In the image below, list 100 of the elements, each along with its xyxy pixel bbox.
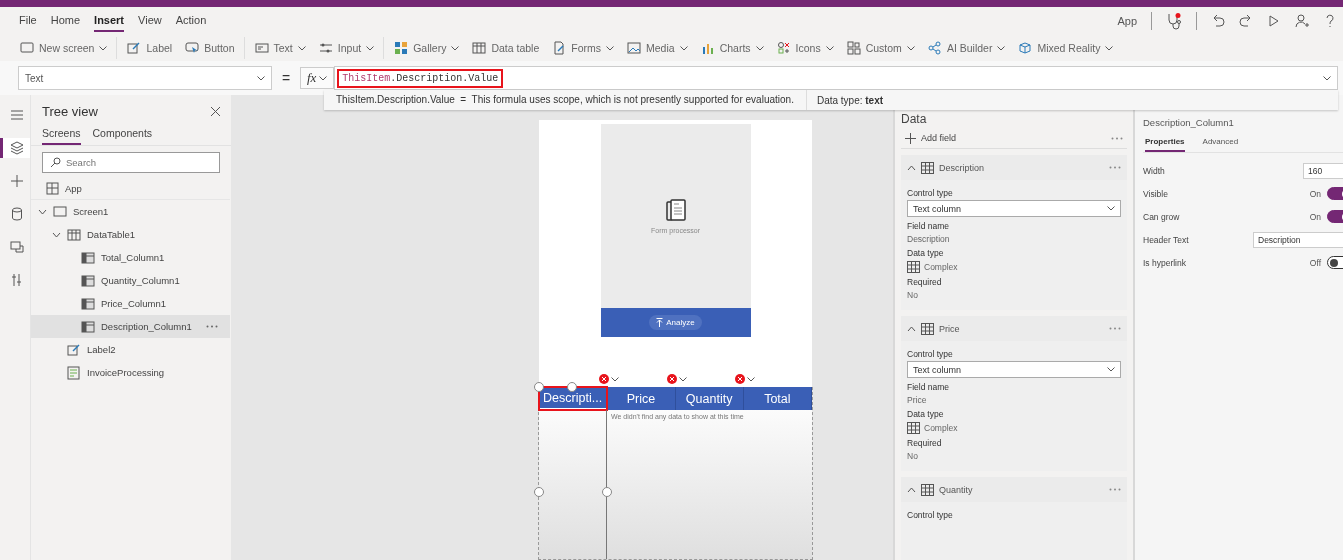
toolbar-button[interactable]: Charts xyxy=(696,39,768,57)
media-icon xyxy=(9,240,24,254)
panel-title: Tree view xyxy=(42,104,98,119)
tree-item[interactable]: Total_Column1 xyxy=(31,246,230,269)
more-icon[interactable] xyxy=(1109,166,1121,169)
stethoscope-icon[interactable] xyxy=(1166,12,1182,30)
tree-item[interactable]: Screen1 xyxy=(31,200,230,223)
toolbar-button[interactable]: Icons xyxy=(772,39,838,57)
column-header[interactable]: Total xyxy=(743,387,812,410)
field-value: Description xyxy=(907,234,951,244)
chevron-icon[interactable] xyxy=(907,164,916,171)
column-header[interactable]: Quantity xyxy=(675,387,744,410)
table-icon xyxy=(472,41,487,55)
menu-tab[interactable]: Action xyxy=(175,10,207,32)
resize-handle[interactable] xyxy=(534,382,544,392)
formula-field[interactable]: ThisItem.Description.Value xyxy=(334,66,1338,90)
control-type-dropdown[interactable]: Text column xyxy=(907,200,1121,217)
more-icon[interactable] xyxy=(1109,488,1121,491)
chevron-icon[interactable] xyxy=(907,486,916,493)
tree-item[interactable]: Quantity_Column1 xyxy=(31,269,230,292)
menu-tab[interactable]: Insert xyxy=(94,10,125,32)
caret-icon xyxy=(451,45,460,51)
delete-icon[interactable] xyxy=(599,374,609,384)
function-button[interactable]: fx xyxy=(300,67,335,89)
tree-item[interactable]: Label2 xyxy=(31,338,230,361)
text-box-icon xyxy=(254,41,269,55)
control-type-dropdown[interactable]: Text column xyxy=(907,361,1121,378)
tree-item[interactable]: Description_Column1 xyxy=(31,315,230,338)
property-dropdown[interactable]: Text xyxy=(18,66,272,90)
more-icon[interactable] xyxy=(1111,136,1123,140)
more-icon[interactable] xyxy=(1109,327,1121,330)
field-label: Field name xyxy=(907,382,951,392)
tab[interactable]: Properties xyxy=(1145,137,1185,152)
field-label: Data type xyxy=(907,248,945,258)
toolbar-button[interactable]: Gallery xyxy=(390,39,464,57)
table-icon xyxy=(921,161,934,174)
person-add-icon[interactable] xyxy=(1295,14,1309,28)
tree-item[interactable]: Price_Column1 xyxy=(31,292,230,315)
tree-item[interactable]: App xyxy=(31,177,230,200)
property-input[interactable]: Description xyxy=(1253,231,1343,248)
chevron-icon xyxy=(679,376,687,382)
app-label: App xyxy=(1117,15,1137,27)
tab[interactable]: Screens xyxy=(42,127,81,145)
close-icon[interactable] xyxy=(210,106,221,117)
toolbar-button[interactable]: New screen xyxy=(16,39,112,57)
property-label: Can grow xyxy=(1143,211,1181,222)
play-icon[interactable] xyxy=(1267,14,1281,28)
help-icon[interactable] xyxy=(1323,14,1337,28)
undo-icon[interactable] xyxy=(1211,14,1225,28)
toolbar-button[interactable]: Mixed Reality xyxy=(1014,39,1118,57)
table-icon xyxy=(907,422,920,434)
redo-icon[interactable] xyxy=(1239,14,1253,28)
search-field[interactable]: Search xyxy=(42,152,220,173)
tab[interactable]: Components xyxy=(92,127,153,145)
image-icon xyxy=(627,41,642,55)
menu-tab[interactable]: View xyxy=(138,10,162,32)
toolbar-button[interactable]: Button xyxy=(181,39,239,57)
resize-handle[interactable] xyxy=(567,382,577,392)
menu-tab[interactable]: File xyxy=(19,10,37,32)
chevron-icon[interactable] xyxy=(907,325,916,332)
data-type-text: Data type: text xyxy=(815,94,885,106)
column-header[interactable]: Descripti... xyxy=(539,387,608,410)
tree-item[interactable]: InvoiceProcessing xyxy=(31,361,230,384)
field-label: Required xyxy=(907,438,943,448)
search-input[interactable]: Search xyxy=(66,155,212,170)
column-header[interactable]: Price xyxy=(607,387,676,410)
blocks-icon xyxy=(846,41,861,55)
resize-handle[interactable] xyxy=(534,487,544,497)
toolbar-button[interactable]: Input xyxy=(314,39,379,57)
analyze-button[interactable]: Analyze xyxy=(649,315,702,330)
property-label: Header Text xyxy=(1143,234,1190,245)
form-icon xyxy=(67,365,81,380)
caret-icon xyxy=(606,45,615,51)
toolbar-button[interactable]: Custom xyxy=(842,39,919,57)
control-name: Description_Column1 xyxy=(1143,117,1235,128)
toolbar-button[interactable]: Label xyxy=(123,39,177,57)
caret-icon xyxy=(319,75,328,81)
caret-icon xyxy=(679,45,688,51)
resize-handle[interactable] xyxy=(602,487,612,497)
delete-icon[interactable] xyxy=(735,374,745,384)
add-field-button[interactable]: Add field xyxy=(905,132,957,144)
table-icon xyxy=(907,261,920,273)
tab[interactable]: Advanced xyxy=(1202,137,1239,152)
property-input[interactable]: 160 xyxy=(1303,162,1343,179)
menu-tab[interactable]: Home xyxy=(50,10,81,32)
table-column-icon xyxy=(81,273,95,288)
delete-icon[interactable] xyxy=(667,374,677,384)
tree-item[interactable]: DataTable1 xyxy=(31,223,230,246)
toolbar-button[interactable]: AI Builder xyxy=(923,39,1010,57)
rail-button[interactable] xyxy=(0,138,30,158)
toolbar-button[interactable]: Data table xyxy=(468,39,544,57)
toolbar-button[interactable]: Media xyxy=(623,39,692,57)
field-title: Quantity xyxy=(939,484,974,495)
field-label: Control type xyxy=(907,510,954,520)
table-icon xyxy=(67,227,81,242)
toolbar-button[interactable]: Forms xyxy=(548,39,619,57)
caret-icon xyxy=(1105,45,1114,51)
field-title: Description xyxy=(939,162,986,173)
toolbar-button[interactable]: Text xyxy=(250,39,310,57)
caret-icon xyxy=(366,45,375,51)
